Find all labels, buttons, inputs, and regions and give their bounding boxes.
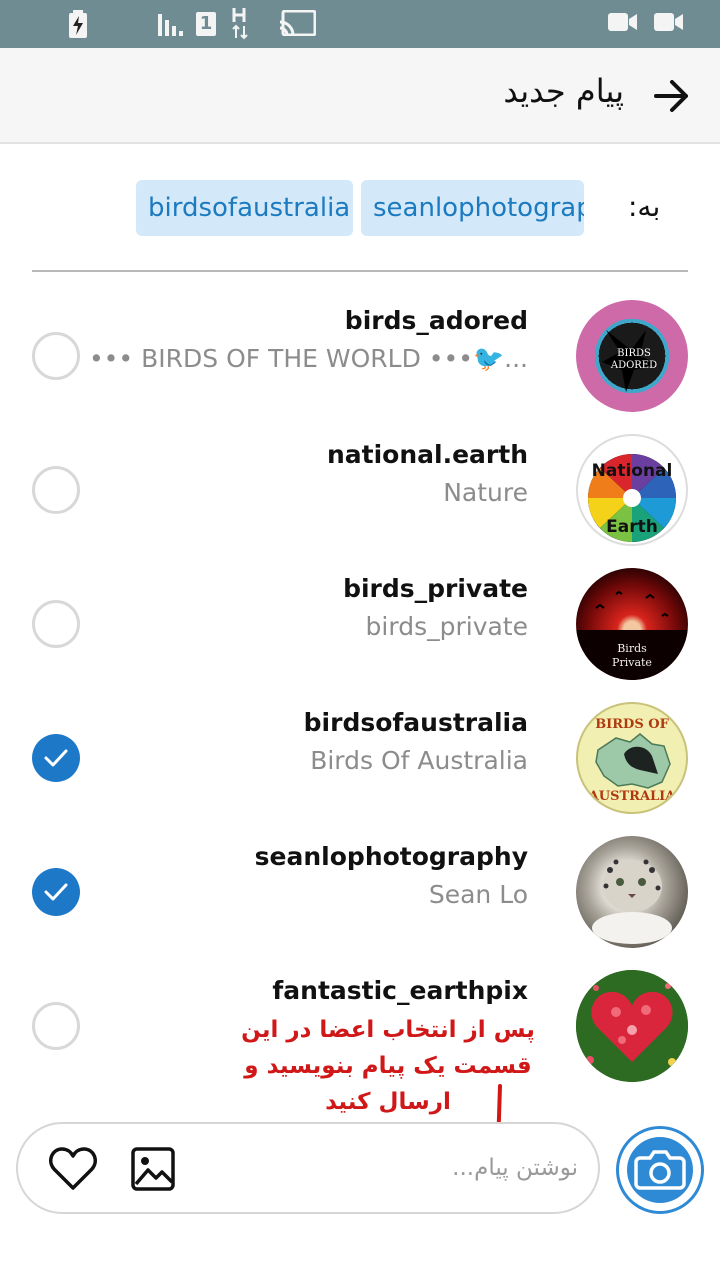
annotation-line: پس از انتخاب اعضا در این: [241, 1017, 535, 1043]
h-network-icon: [232, 8, 248, 40]
check-icon: [44, 749, 68, 767]
contact-username: birds_adored: [344, 306, 528, 335]
contact-username: fantastic_earthpix: [272, 976, 528, 1005]
recipient-chip[interactable]: seanlophotograp: [361, 180, 584, 236]
recipient-chip[interactable]: birdsofaustralia: [136, 180, 353, 236]
contact-fullname: ••• BIRDS OF THE WORLD •••🐦...: [88, 344, 528, 373]
status-bar: 1: [0, 0, 720, 48]
signal-icon: [158, 14, 183, 36]
select-radio[interactable]: [32, 600, 80, 648]
message-composer: [16, 1122, 600, 1214]
birds-private-avatar[interactable]: Birds Private: [576, 568, 688, 680]
svg-text:Private: Private: [612, 656, 652, 669]
divider: [32, 270, 688, 272]
video-camera-icon: [654, 13, 683, 31]
contact-fullname: Sean Lo: [428, 880, 528, 909]
birds-of-australia-avatar[interactable]: BIRDS OF AUSTRALIA: [576, 702, 688, 814]
annotation-line: قسمت یک پیام بنویسید و: [244, 1053, 532, 1079]
message-input[interactable]: [178, 1146, 578, 1190]
recipients-label: به:: [628, 190, 661, 223]
camera-icon: [634, 1150, 686, 1190]
contact-fullname: birds_private: [365, 612, 528, 641]
select-radio-checked[interactable]: [32, 868, 80, 916]
camera-button[interactable]: [616, 1126, 704, 1214]
svg-text:AUSTRALIA: AUSTRALIA: [588, 789, 677, 804]
contact-fullname: Birds Of Australia: [310, 746, 528, 775]
cast-icon: [280, 10, 316, 36]
svg-text:BIRDS OF: BIRDS OF: [595, 717, 669, 732]
flower-heart-avatar[interactable]: [576, 970, 688, 1082]
contact-fullname: Nature: [443, 478, 528, 507]
contact-row[interactable]: National Earth national.earth Nature: [0, 418, 720, 552]
svg-text:Earth: Earth: [606, 517, 658, 537]
svg-text:National: National: [592, 461, 673, 481]
contact-username: seanlophotography: [254, 842, 528, 871]
arrow-right-icon[interactable]: [652, 78, 692, 114]
contact-row[interactable]: BIRDS OF AUSTRALIA birdsofaustralia Bird…: [0, 686, 720, 820]
contact-row[interactable]: Birds Private birds_private birds_privat…: [0, 552, 720, 686]
top-app-bar: پیام جدید: [0, 48, 720, 144]
select-radio[interactable]: [32, 466, 80, 514]
contact-username: national.earth: [326, 440, 528, 469]
video-camera-icon: [608, 13, 637, 31]
contact-row[interactable]: seanlophotography Sean Lo: [0, 820, 720, 954]
svg-text:Birds: Birds: [617, 642, 647, 655]
select-radio-checked[interactable]: [32, 734, 80, 782]
battery-charging-icon: [69, 10, 87, 38]
contact-row[interactable]: BIRDS ADORED birds_adored ••• BIRDS OF T…: [0, 284, 720, 418]
sim-icon: 1: [196, 12, 216, 36]
snow-leopard-avatar[interactable]: [576, 836, 688, 948]
birds-adored-avatar[interactable]: BIRDS ADORED: [576, 300, 688, 412]
select-radio[interactable]: [32, 1002, 80, 1050]
heart-icon[interactable]: [48, 1146, 98, 1192]
national-earth-avatar[interactable]: National Earth: [576, 434, 688, 546]
svg-text:ADORED: ADORED: [610, 360, 657, 371]
contact-username: birdsofaustralia: [303, 708, 528, 737]
page-title: پیام جدید: [503, 72, 624, 110]
select-radio[interactable]: [32, 332, 80, 380]
svg-text:BIRDS: BIRDS: [617, 348, 651, 359]
bird-silhouette-icon: BIRDS ADORED: [602, 330, 658, 392]
check-icon: [44, 883, 68, 901]
contact-username: birds_private: [343, 574, 528, 603]
image-icon[interactable]: [130, 1146, 176, 1192]
